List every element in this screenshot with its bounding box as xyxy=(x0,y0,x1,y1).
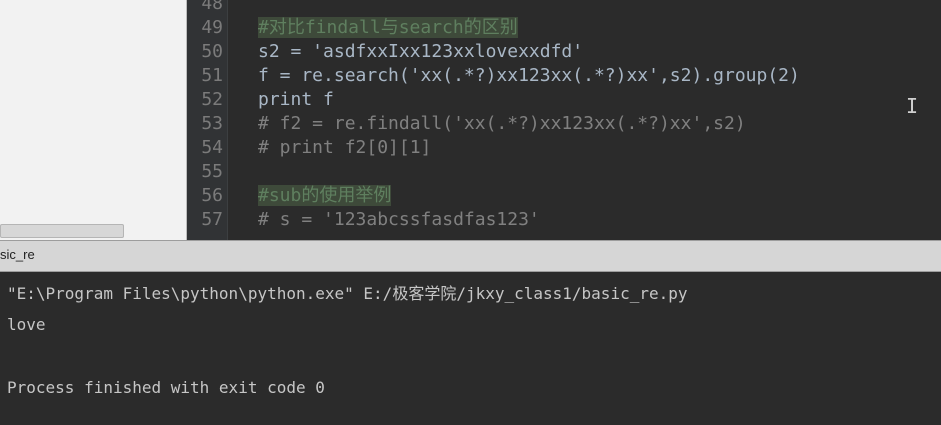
run-tab[interactable]: sic_re xyxy=(0,247,35,262)
comment: # s = '123abcssfasdfas123' xyxy=(258,209,540,230)
code-line: #对比findall与search的区别 xyxy=(258,16,518,40)
line-number: 52 xyxy=(201,89,223,110)
text-cursor-icon: I xyxy=(906,94,919,118)
console-command: "E:\Program Files\python\python.exe" E:/… xyxy=(7,284,688,303)
code-line: # s = '123abcssfasdfas123' xyxy=(258,208,540,232)
code-editor[interactable]: 48 49 50 51 52 53 54 55 56 57 #对比findall… xyxy=(187,0,941,240)
run-tool-window-header xyxy=(0,240,941,272)
line-number: 54 xyxy=(201,137,223,158)
line-number: 53 xyxy=(201,113,223,134)
code-text: f = re.search('xx(.*?)xx123xx(.*?)xx',s2… xyxy=(258,65,800,86)
comment: #sub的使用举例 xyxy=(258,185,392,206)
run-console[interactable]: "E:\Program Files\python\python.exe" E:/… xyxy=(0,272,941,425)
line-number: 51 xyxy=(201,65,223,86)
line-number: 55 xyxy=(201,161,223,182)
code-line: f = re.search('xx(.*?)xx123xx(.*?)xx',s2… xyxy=(258,64,800,88)
line-number: 48 xyxy=(201,0,223,14)
line-number: 49 xyxy=(201,17,223,38)
code-line: #sub的使用举例 xyxy=(258,184,392,208)
code-text: print f xyxy=(258,89,334,110)
comment: # f2 = re.findall('xx(.*?)xx123xx(.*?)xx… xyxy=(258,113,746,134)
code-line: s2 = 'asdfxxIxx123xxlovexxdfd' xyxy=(258,40,583,64)
console-exit-status: Process finished with exit code 0 xyxy=(7,378,325,397)
comment: # print f2[0][1] xyxy=(258,137,432,158)
comment: #对比findall与search的区别 xyxy=(258,17,518,38)
horizontal-scrollbar[interactable] xyxy=(0,224,124,238)
code-line: print f xyxy=(258,88,334,112)
line-number: 56 xyxy=(201,185,223,206)
console-output: love xyxy=(7,315,46,334)
code-line: # print f2[0][1] xyxy=(258,136,431,160)
code-line: # f2 = re.findall('xx(.*?)xx123xx(.*?)xx… xyxy=(258,112,746,136)
line-number: 57 xyxy=(201,209,223,230)
code-text: s2 = 'asdfxxIxx123xxlovexxdfd' xyxy=(258,41,584,62)
line-number: 50 xyxy=(201,41,223,62)
project-panel xyxy=(0,0,187,240)
